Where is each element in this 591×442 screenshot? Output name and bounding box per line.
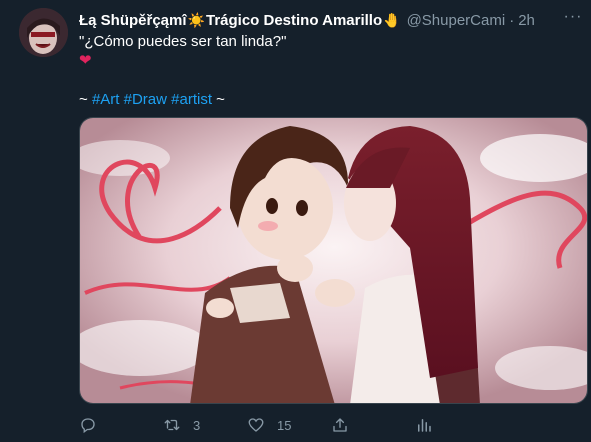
reply-button[interactable]: [79, 416, 163, 434]
hand-emoji: 🤚: [383, 11, 401, 28]
hashtag-artist[interactable]: #artist: [171, 91, 212, 108]
analytics-icon: [418, 419, 431, 432]
share-icon: [333, 418, 347, 432]
retweet-icon: [164, 419, 180, 431]
separator-dot: ·: [509, 11, 515, 29]
sun-emoji: ☀️: [187, 11, 205, 28]
tweet-media-image[interactable]: [79, 117, 588, 404]
timestamp[interactable]: 2h: [518, 12, 535, 29]
avatar[interactable]: [19, 8, 68, 57]
user-handle[interactable]: @ShuperCami: [407, 12, 506, 29]
tweet-text: "¿Cómo puedes ser tan linda?": [79, 33, 287, 50]
tags-prefix: ~: [79, 91, 92, 108]
display-name-suffix[interactable]: Trágico Destino Amarillo: [206, 12, 382, 29]
like-button[interactable]: 15: [247, 416, 331, 434]
share-button[interactable]: [331, 416, 415, 434]
hashtag-draw[interactable]: #Draw: [124, 91, 167, 108]
tweet-actions: 3 15: [79, 414, 499, 436]
retweet-count: 3: [193, 417, 201, 433]
tweet-header: Łą Shüpěřçąmî ☀️ Trágico Destino Amarill…: [79, 10, 581, 30]
like-icon: [248, 418, 264, 432]
reply-icon: [81, 418, 95, 434]
tweet-hashtags-line: ~ #Art #Draw #artist ~: [79, 90, 225, 110]
more-options-icon[interactable]: ···: [561, 8, 585, 26]
analytics-button[interactable]: [415, 416, 499, 434]
like-count: 15: [277, 417, 292, 433]
tweet[interactable]: Łą Shüpěřçąmî ☀️ Trágico Destino Amarill…: [0, 0, 591, 442]
tags-suffix: ~: [212, 91, 225, 108]
hashtag-art[interactable]: #Art: [92, 91, 120, 108]
display-name[interactable]: Łą Shüpěřçąmî: [79, 12, 187, 29]
retweet-button[interactable]: 3: [163, 416, 247, 434]
heart-emoji: ❤: [79, 52, 92, 69]
